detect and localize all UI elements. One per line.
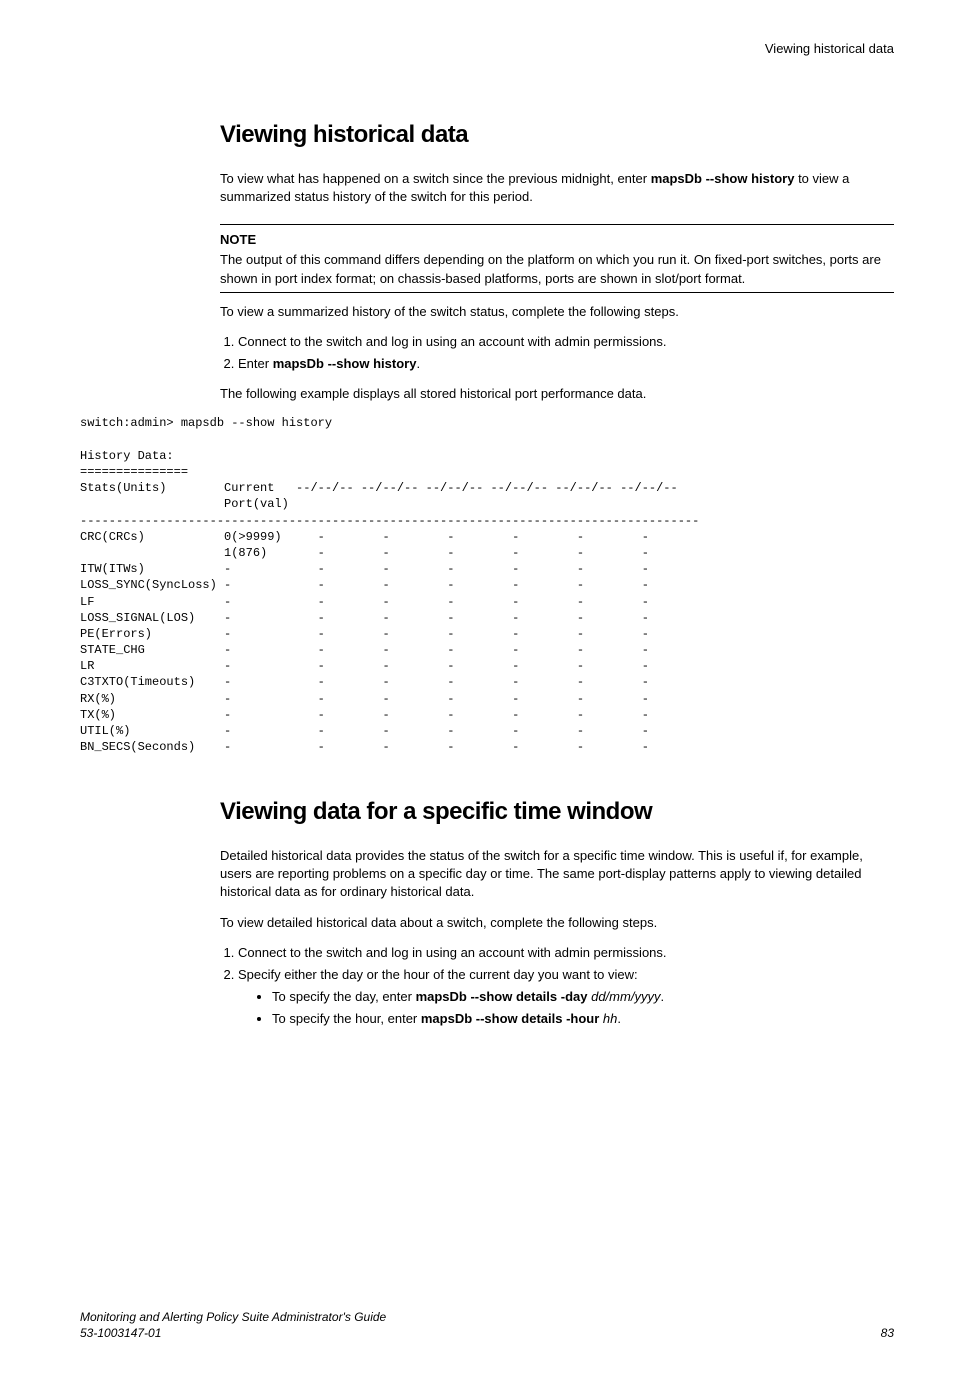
steps-list-2: Connect to the switch and log in using a… — [220, 944, 894, 1029]
terminal-output: switch:admin> mapsdb --show history Hist… — [80, 415, 894, 755]
step-item: Connect to the switch and log in using a… — [238, 333, 894, 351]
steps-list-1: Connect to the switch and log in using a… — [220, 333, 894, 373]
step2-text: Specify either the day or the hour of th… — [238, 967, 638, 982]
page-footer: Monitoring and Alerting Policy Suite Adm… — [80, 1309, 894, 1343]
steps-intro-1: To view a summarized history of the swit… — [220, 303, 894, 321]
bullet1-post: . — [660, 989, 664, 1004]
example-lead: The following example displays all store… — [220, 385, 894, 403]
footer-docnum: 53-1003147-01 — [80, 1325, 386, 1342]
bullet2-arg: hh — [599, 1011, 617, 1026]
bullet1-pre: To specify the day, enter — [272, 989, 416, 1004]
step-item: Specify either the day or the hour of th… — [238, 966, 894, 1029]
note-label: NOTE — [220, 231, 894, 249]
bullet-item: To specify the day, enter mapsDb --show … — [272, 988, 894, 1006]
section2-intro: Detailed historical data provides the st… — [220, 847, 894, 902]
note-block: NOTE The output of this command differs … — [220, 224, 894, 293]
sub-bullets: To specify the day, enter mapsDb --show … — [256, 988, 894, 1028]
running-header: Viewing historical data — [80, 40, 894, 58]
note-body: The output of this command differs depen… — [220, 251, 894, 287]
step-item: Enter mapsDb --show history. — [238, 355, 894, 373]
section-title-historical: Viewing historical data — [220, 118, 894, 152]
bullet2-cmd: mapsDb --show details -hour — [421, 1011, 599, 1026]
bullet2-post: . — [617, 1011, 621, 1026]
section1-intro-cmd: mapsDb --show history — [651, 171, 795, 186]
section-title-timewindow: Viewing data for a specific time window — [220, 795, 894, 829]
step2-cmd: mapsDb --show history — [273, 356, 417, 371]
step2-pre: Enter — [238, 356, 273, 371]
bullet-item: To specify the hour, enter mapsDb --show… — [272, 1010, 894, 1028]
section1-intro-pre: To view what has happened on a switch si… — [220, 171, 651, 186]
bullet1-arg: dd/mm/yyyy — [587, 989, 660, 1004]
footer-left: Monitoring and Alerting Policy Suite Adm… — [80, 1309, 386, 1343]
step-item: Connect to the switch and log in using a… — [238, 944, 894, 962]
bullet2-pre: To specify the hour, enter — [272, 1011, 421, 1026]
steps-intro-2: To view detailed historical data about a… — [220, 914, 894, 932]
footer-page: 83 — [881, 1325, 894, 1342]
section1-intro: To view what has happened on a switch si… — [220, 170, 894, 206]
footer-book: Monitoring and Alerting Policy Suite Adm… — [80, 1309, 386, 1326]
bullet1-cmd: mapsDb --show details -day — [416, 989, 588, 1004]
step2-post: . — [416, 356, 420, 371]
